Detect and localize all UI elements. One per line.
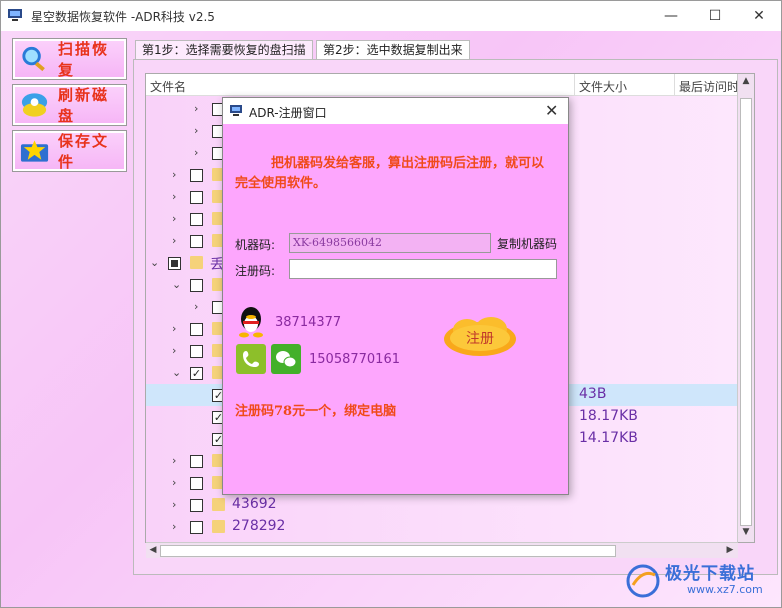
refresh-disk-button[interactable]: 刷新磁盘 <box>12 84 127 126</box>
row-filename: 278292 <box>232 518 286 534</box>
expand-chevron-icon[interactable]: › <box>172 234 182 247</box>
column-filesize[interactable]: 文件大小 <box>579 78 627 95</box>
tab-step1[interactable]: 第1步：选择需要恢复的盘扫描 <box>135 40 313 60</box>
expand-chevron-icon[interactable]: › <box>172 454 182 467</box>
scan-recover-label: 扫描恢复 <box>58 40 110 79</box>
minimize-button[interactable]: — <box>649 1 693 31</box>
maximize-button[interactable]: ☐ <box>693 1 737 31</box>
horizontal-scrollbar[interactable]: ◀ ▶ <box>146 542 738 558</box>
register-button-label: 注册 <box>466 331 494 347</box>
expand-chevron-icon[interactable]: › <box>172 168 182 181</box>
list-header: 文件名 文件大小 最后访问时 <box>146 74 754 96</box>
magnifier-icon <box>22 46 45 72</box>
watermark-title: 极光下载站 <box>665 564 755 584</box>
tab-step2[interactable]: 第2步：选中数据复制出来 <box>316 40 470 60</box>
row-checkbox[interactable] <box>190 279 203 292</box>
phone-icon <box>236 344 266 374</box>
save-file-label: 保存文件 <box>58 132 110 171</box>
app-monitor-icon <box>8 9 22 21</box>
price-text: 注册码78元一个，绑定电脑 <box>235 404 397 419</box>
dialog-title: ADR-注册窗口 <box>249 106 327 120</box>
qq-number: 38714377 <box>275 315 342 330</box>
expand-chevron-icon[interactable]: › <box>172 498 182 511</box>
horizontal-scroll-thumb[interactable] <box>160 545 616 557</box>
copy-machine-code-button[interactable]: 复制机器码 <box>497 235 557 252</box>
folder-icon <box>212 520 225 533</box>
register-notice: 把机器码发给客服，算出注册码后注册，就可以完全使用软件。 <box>235 156 545 191</box>
row-checkbox[interactable] <box>190 499 203 512</box>
collapse-chevron-icon[interactable]: ⌄ <box>172 366 182 379</box>
expand-chevron-icon[interactable]: › <box>172 344 182 357</box>
vertical-scrollbar[interactable]: ▲ ▼ <box>737 74 754 542</box>
row-filesize: 43B <box>579 386 607 402</box>
scroll-right-arrow-icon[interactable]: ▶ <box>724 545 736 557</box>
folder-icon <box>190 256 203 269</box>
expand-chevron-icon[interactable]: › <box>172 476 182 489</box>
expand-chevron-icon[interactable]: › <box>172 520 182 533</box>
dialog-title-bar: ADR-注册窗口 ✕ <box>223 98 568 124</box>
watermark: 极光下载站 www.xz7.com <box>625 557 781 605</box>
vertical-scroll-thumb[interactable] <box>740 98 752 526</box>
wechat-icon <box>271 344 301 374</box>
watermark-logo-icon <box>626 564 660 598</box>
watermark-url: www.xz7.com <box>687 583 763 596</box>
row-filesize: 18.17KB <box>579 408 638 424</box>
expand-chevron-icon[interactable]: › <box>172 322 182 335</box>
scroll-down-arrow-icon[interactable]: ▼ <box>740 527 752 539</box>
row-checkbox[interactable] <box>190 455 203 468</box>
expand-chevron-icon[interactable]: › <box>194 300 204 313</box>
register-button[interactable]: 注册 <box>439 314 521 360</box>
save-folder-icon <box>20 140 49 162</box>
scroll-left-arrow-icon[interactable]: ◀ <box>147 545 159 557</box>
row-checkbox[interactable] <box>190 191 203 204</box>
table-row[interactable]: › 278292 <box>146 516 754 538</box>
row-checkbox[interactable] <box>190 345 203 358</box>
expand-chevron-icon[interactable]: › <box>194 102 204 115</box>
folder-icon <box>212 498 225 511</box>
column-filename[interactable]: 文件名 <box>150 78 186 95</box>
reg-code-label: 注册码: <box>235 264 276 278</box>
row-checkbox[interactable] <box>190 169 203 182</box>
table-row[interactable]: › 43692 <box>146 494 754 516</box>
row-checkbox[interactable] <box>190 477 203 490</box>
row-checkbox[interactable] <box>190 323 203 336</box>
row-checkbox[interactable]: ✓ <box>190 367 203 380</box>
scroll-up-arrow-icon[interactable]: ▲ <box>740 76 752 88</box>
main-window: 星空数据恢复软件 -ADR科技 v2.5 — ☐ ✕ 扫描恢复 刷新磁盘 保存文… <box>0 0 782 608</box>
save-file-button[interactable]: 保存文件 <box>12 130 127 172</box>
close-window-button[interactable]: ✕ <box>737 1 781 31</box>
row-filename: 43692 <box>232 496 277 512</box>
expand-chevron-icon[interactable]: › <box>172 212 182 225</box>
collapse-chevron-icon[interactable]: ⌄ <box>172 278 182 291</box>
qq-penguin-icon <box>239 307 263 338</box>
column-last-access[interactable]: 最后访问时 <box>679 78 739 95</box>
expand-chevron-icon[interactable]: › <box>194 146 204 159</box>
register-dialog: ADR-注册窗口 ✕ 把机器码发给客服，算出注册码后注册，就可以完全使用软件。 … <box>222 97 569 495</box>
collapse-chevron-icon[interactable]: ⌄ <box>150 256 160 269</box>
machine-code-field[interactable]: XK-6498566042 <box>289 233 491 253</box>
scan-recover-button[interactable]: 扫描恢复 <box>12 38 127 80</box>
dialog-close-icon[interactable]: ✕ <box>545 101 558 120</box>
dialog-app-icon <box>230 105 242 116</box>
row-filesize: 14.17KB <box>579 430 638 446</box>
row-checkbox[interactable] <box>190 521 203 534</box>
reg-code-input[interactable] <box>289 259 557 279</box>
title-bar: 星空数据恢复软件 -ADR科技 v2.5 — ☐ ✕ <box>1 1 781 31</box>
phone-wechat-number: 15058770161 <box>309 352 400 367</box>
row-checkbox[interactable] <box>190 213 203 226</box>
disk-refresh-icon <box>21 93 48 117</box>
expand-chevron-icon[interactable]: › <box>172 190 182 203</box>
refresh-disk-label: 刷新磁盘 <box>58 86 110 125</box>
window-title: 星空数据恢复软件 -ADR科技 v2.5 <box>31 10 215 24</box>
row-checkbox[interactable] <box>168 257 181 270</box>
machine-code-label: 机器码: <box>235 238 276 252</box>
expand-chevron-icon[interactable]: › <box>194 124 204 137</box>
row-checkbox[interactable] <box>190 235 203 248</box>
